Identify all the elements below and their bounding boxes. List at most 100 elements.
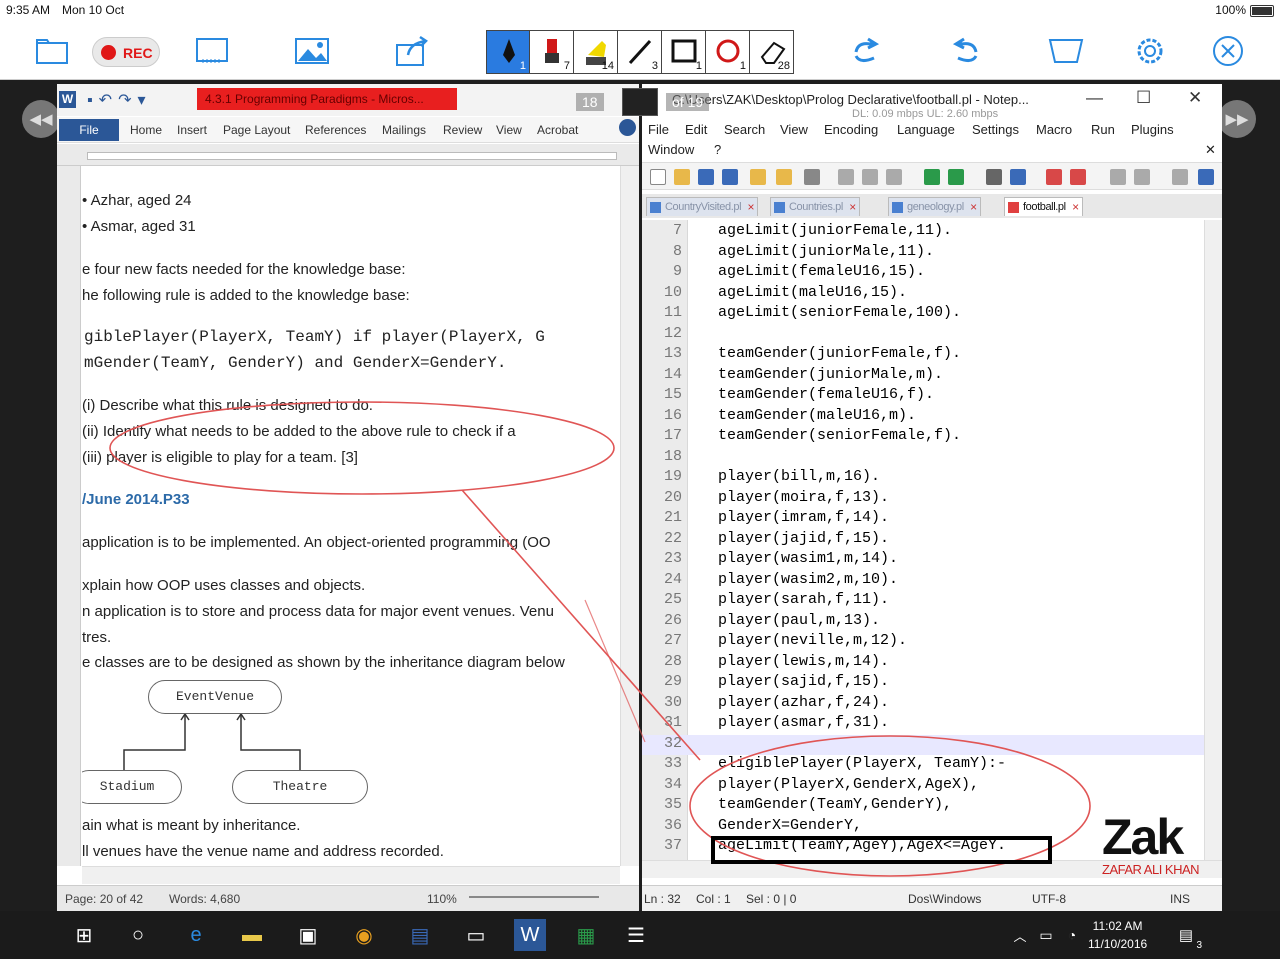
- save-all-icon[interactable]: [722, 169, 738, 185]
- notepad-vertical-scrollbar[interactable]: [1204, 220, 1222, 860]
- code-line[interactable]: 13 teamGender(juniorFemale,f).: [642, 345, 1204, 366]
- code-line[interactable]: 9 ageLimit(femaleU16,15).: [642, 263, 1204, 284]
- menu-settings[interactable]: Settings: [972, 122, 1019, 137]
- code-line[interactable]: 8 ageLimit(juniorMale,11).: [642, 243, 1204, 264]
- tab-home[interactable]: Home: [130, 123, 162, 137]
- tab-page-layout[interactable]: Page Layout: [223, 123, 290, 137]
- code-line[interactable]: 23 player(wasim1,m,14).: [642, 550, 1204, 571]
- minimize-icon[interactable]: —: [1086, 88, 1103, 108]
- document-close-icon[interactable]: ✕: [1205, 142, 1216, 158]
- menu-encoding[interactable]: Encoding: [824, 122, 878, 137]
- menu-edit[interactable]: Edit: [685, 122, 707, 137]
- notepadpp-taskbar-icon[interactable]: ▦: [570, 919, 602, 951]
- highlighter-tool[interactable]: 14: [574, 30, 618, 74]
- next-page-icon[interactable]: ▶▶: [1218, 100, 1256, 138]
- store-icon[interactable]: ▣: [292, 919, 324, 951]
- folder-icon[interactable]: [34, 32, 70, 70]
- tab-acrobat[interactable]: Acrobat: [537, 123, 578, 137]
- code-line[interactable]: 29 player(sajid,f,15).: [642, 673, 1204, 694]
- code-line[interactable]: 19 player(bill,m,16).: [642, 468, 1204, 489]
- sync-scroll-icon[interactable]: [1110, 169, 1126, 185]
- rectangle-tool[interactable]: 1: [662, 30, 706, 74]
- code-line[interactable]: 25 player(sarah,f,11).: [642, 591, 1204, 612]
- code-line[interactable]: 11 ageLimit(seniorFemale,100).: [642, 304, 1204, 325]
- status-eol[interactable]: Dos\Windows: [908, 892, 981, 906]
- replace-icon[interactable]: [1010, 169, 1026, 185]
- undo-edit-icon[interactable]: [924, 169, 940, 185]
- file-explorer-icon[interactable]: ▬: [236, 919, 268, 951]
- menu-macro[interactable]: Macro: [1036, 122, 1072, 137]
- cortana-search-icon[interactable]: ○: [122, 919, 154, 951]
- share-icon[interactable]: [393, 32, 433, 70]
- code-line[interactable]: 28 player(lewis,m,14).: [642, 653, 1204, 674]
- save-icon[interactable]: [698, 169, 714, 185]
- code-editor[interactable]: 7 ageLimit(juniorFemale,11). 8 ageLimit(jun…: [642, 220, 1204, 860]
- word-count[interactable]: Words: 4,680: [169, 892, 240, 906]
- edge-browser-icon[interactable]: e: [180, 919, 212, 951]
- close-icon[interactable]: [1208, 32, 1248, 70]
- menu-file[interactable]: File: [648, 122, 669, 137]
- code-line[interactable]: 26 player(paul,m,13).: [642, 612, 1204, 633]
- taskbar-app-icon[interactable]: ☰: [620, 919, 652, 951]
- code-line[interactable]: 21 player(imram,f,14).: [642, 509, 1204, 530]
- windows-start-icon[interactable]: ⊞: [68, 919, 100, 951]
- code-line[interactable]: 10 ageLimit(maleU16,15).: [642, 284, 1204, 305]
- code-line[interactable]: 22 player(jajid,f,15).: [642, 530, 1204, 551]
- record-button[interactable]: REC: [92, 37, 160, 67]
- copy-icon[interactable]: [862, 169, 878, 185]
- menu-search[interactable]: Search: [724, 122, 765, 137]
- eraser-tool[interactable]: 28: [750, 30, 794, 74]
- marker-tool[interactable]: 7: [530, 30, 574, 74]
- code-line[interactable]: 30 player(azhar,f,24).: [642, 694, 1204, 715]
- screen-capture-icon[interactable]: [193, 32, 231, 70]
- code-line[interactable]: 31 player(asmar,f,31).: [642, 714, 1204, 735]
- tab-file[interactable]: File: [59, 119, 119, 141]
- code-line[interactable]: 27 player(neville,m,12).: [642, 632, 1204, 653]
- wifi-icon[interactable]: ◔: [1056, 919, 1088, 951]
- status-encoding[interactable]: UTF-8: [1032, 892, 1066, 906]
- redo-edit-icon[interactable]: [948, 169, 964, 185]
- app-icon[interactable]: ▤: [404, 919, 436, 951]
- indent-guide-icon[interactable]: [1172, 169, 1188, 185]
- page-menu-icon[interactable]: [622, 88, 658, 116]
- tab-mailings[interactable]: Mailings: [382, 123, 426, 137]
- pen-tool[interactable]: 1: [486, 30, 530, 74]
- tab-countryvisited[interactable]: CountryVisited.pl: [646, 197, 759, 217]
- menu-language[interactable]: Language: [897, 122, 955, 137]
- menu-help[interactable]: ?: [714, 142, 721, 157]
- tab-football[interactable]: football.pl: [1004, 197, 1083, 217]
- tab-insert[interactable]: Insert: [177, 123, 207, 137]
- previous-page-icon[interactable]: ◀◀: [22, 100, 60, 138]
- tab-countries[interactable]: Countries.pl: [770, 197, 860, 217]
- help-icon[interactable]: [619, 119, 636, 136]
- zoom-out-icon[interactable]: [1070, 169, 1086, 185]
- show-all-chars-icon[interactable]: [1198, 169, 1214, 185]
- code-line[interactable]: 20 player(moira,f,13).: [642, 489, 1204, 510]
- new-file-icon[interactable]: [650, 169, 666, 185]
- keyboard-icon[interactable]: ▭: [460, 919, 492, 951]
- code-line[interactable]: 15 teamGender(femaleU16,f).: [642, 386, 1204, 407]
- code-line[interactable]: 16 teamGender(maleU16,m).: [642, 407, 1204, 428]
- menu-window[interactable]: Window: [648, 142, 694, 157]
- close-all-icon[interactable]: [776, 169, 792, 185]
- redo-icon[interactable]: [946, 32, 986, 70]
- chrome-icon[interactable]: ◉: [348, 919, 380, 951]
- maximize-icon[interactable]: ☐: [1136, 88, 1151, 108]
- word-taskbar-icon[interactable]: W: [514, 919, 546, 951]
- word-wrap-icon[interactable]: [1134, 169, 1150, 185]
- tab-references[interactable]: References: [305, 123, 366, 137]
- code-line[interactable]: 24 player(wasim2,m,10).: [642, 571, 1204, 592]
- tab-geneology[interactable]: geneology.pl: [888, 197, 981, 217]
- code-line[interactable]: 7 ageLimit(juniorFemale,11).: [642, 222, 1204, 243]
- code-line[interactable]: 12: [642, 325, 1204, 346]
- cut-icon[interactable]: [838, 169, 854, 185]
- menu-run[interactable]: Run: [1091, 122, 1115, 137]
- taskbar-clock[interactable]: 11:02 AM 11/10/2016: [1088, 917, 1147, 953]
- zoom-slider[interactable]: [469, 896, 599, 898]
- code-line[interactable]: 17 teamGender(seniorFemale,f).: [642, 427, 1204, 448]
- window-close-icon[interactable]: ✕: [1188, 88, 1202, 108]
- code-line[interactable]: 14 teamGender(juniorMale,m).: [642, 366, 1204, 387]
- page-count[interactable]: Page: 20 of 42: [65, 892, 143, 906]
- ellipse-tool[interactable]: 1: [706, 30, 750, 74]
- zoom-in-icon[interactable]: [1046, 169, 1062, 185]
